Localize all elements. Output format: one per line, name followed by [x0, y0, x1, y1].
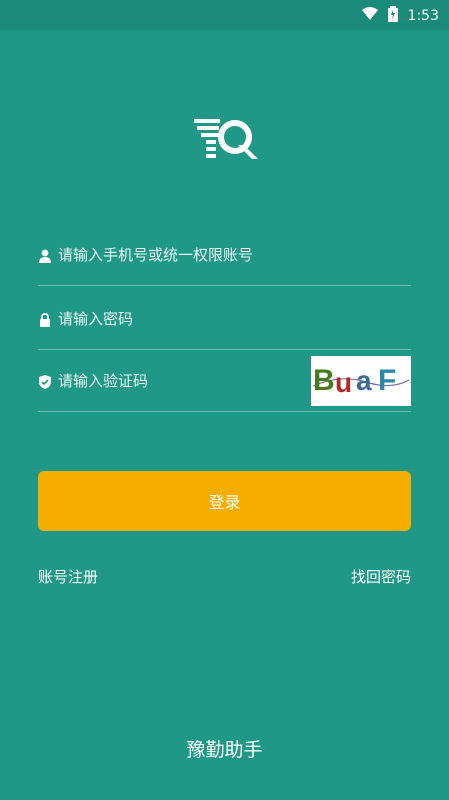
password-input[interactable]: [58, 308, 318, 330]
svg-text:a: a: [356, 365, 372, 396]
captcha-input[interactable]: [58, 370, 318, 392]
status-icons: 1:53: [361, 6, 439, 26]
shield-icon: [38, 374, 52, 389]
user-icon: [38, 248, 52, 263]
status-bar: 1:53: [0, 0, 449, 30]
svg-text:B: B: [313, 364, 335, 397]
captcha-image[interactable]: B u a F: [311, 356, 411, 406]
app-logo-icon: [194, 117, 258, 161]
login-button[interactable]: 登录: [38, 471, 411, 531]
battery-icon: [387, 6, 398, 26]
lock-icon: [38, 312, 52, 327]
phone-field: [38, 224, 411, 286]
app-name: 豫勤助手: [186, 739, 263, 761]
svg-text:u: u: [335, 367, 352, 398]
svg-text:F: F: [378, 364, 396, 397]
password-field: [38, 288, 411, 350]
forgot-password-link[interactable]: 找回密码: [351, 566, 411, 587]
register-link[interactable]: 账号注册: [38, 566, 98, 587]
captcha-field: B u a F: [38, 350, 411, 412]
phone-input[interactable]: [58, 244, 318, 266]
status-time: 1:53: [407, 8, 439, 24]
wifi-icon: [361, 7, 378, 25]
